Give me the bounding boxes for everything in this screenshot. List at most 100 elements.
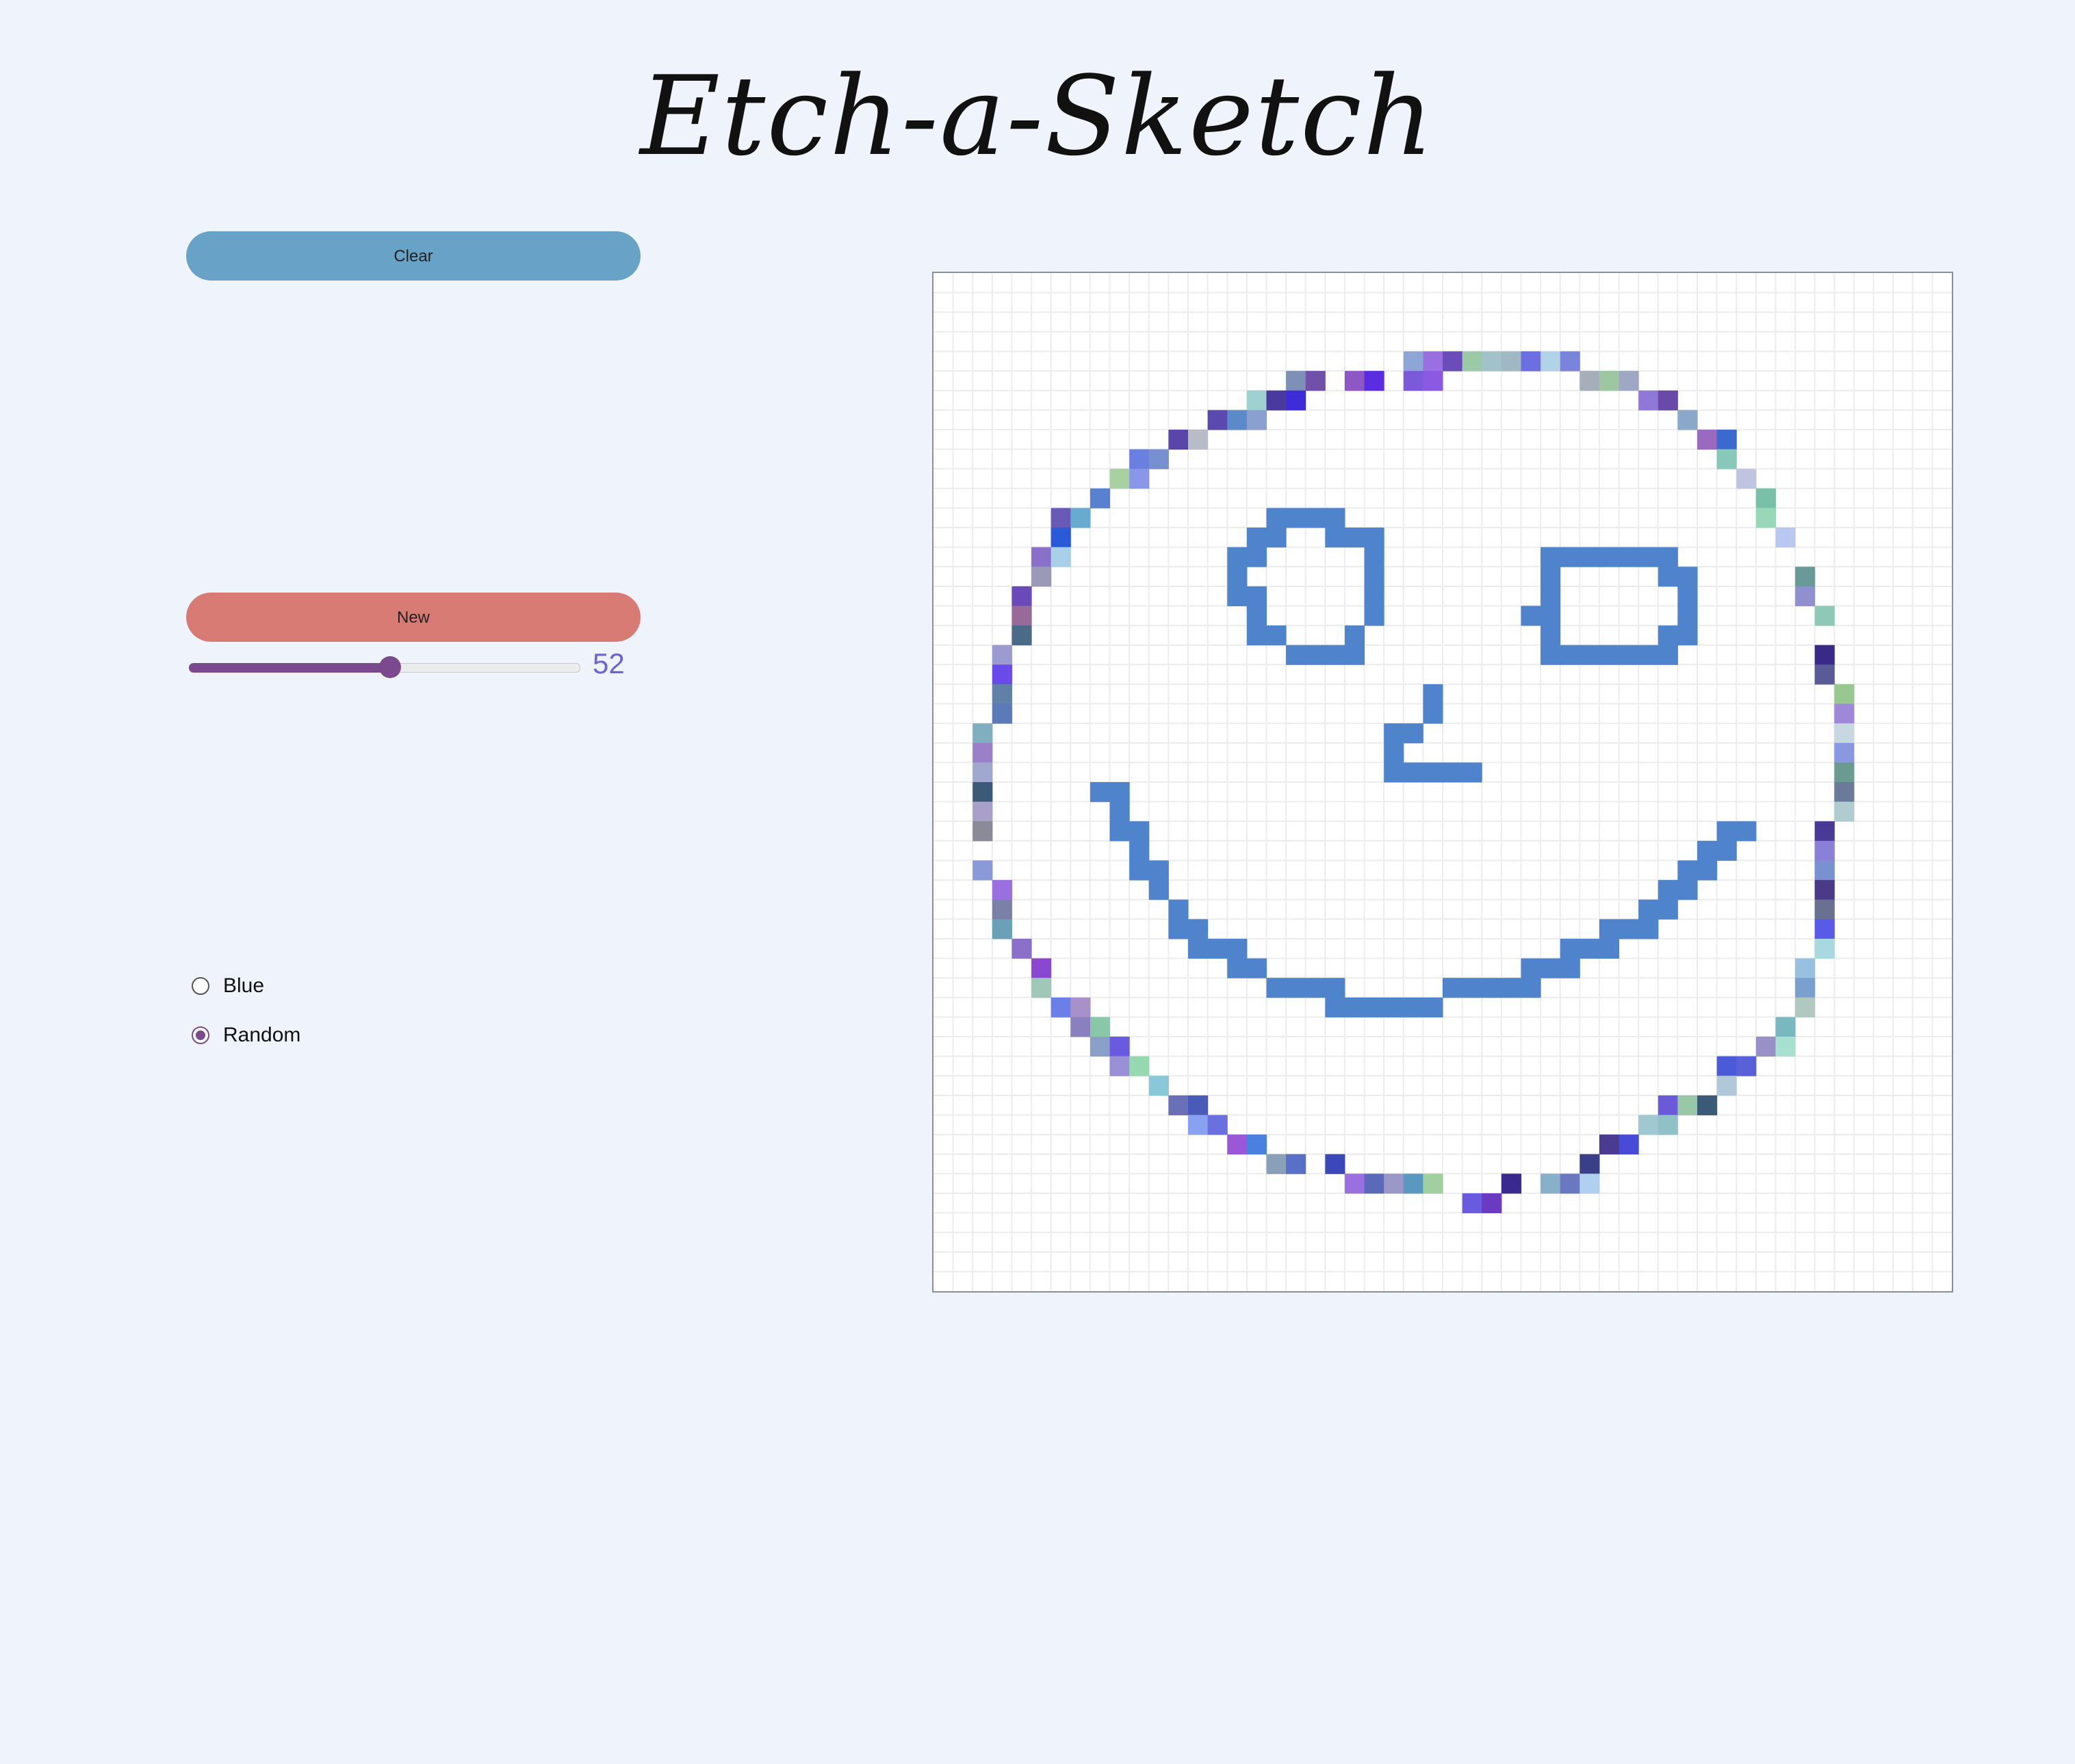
- sketch-grid[interactable]: [932, 272, 1953, 1293]
- painted-cell: [1638, 1115, 1659, 1135]
- new-grid-button[interactable]: New: [186, 593, 641, 642]
- painted-cell: [1090, 1017, 1111, 1037]
- painted-cell: [1384, 742, 1404, 763]
- painted-cell: [1227, 1134, 1248, 1155]
- painted-cell: [1716, 1076, 1737, 1096]
- painted-cell: [1834, 762, 1855, 783]
- painted-cell: [992, 880, 1012, 900]
- painted-cell: [1325, 1154, 1345, 1174]
- painted-cell: [1541, 958, 1561, 978]
- painted-cell: [1834, 742, 1855, 763]
- blue-radio[interactable]: [192, 977, 209, 995]
- painted-cell: [1051, 547, 1071, 567]
- painted-cell: [1580, 371, 1600, 391]
- painted-cell: [1443, 762, 1463, 783]
- painted-cell: [1560, 645, 1580, 665]
- painted-cell: [1795, 567, 1816, 587]
- painted-cell: [1736, 1056, 1757, 1076]
- painted-cell: [1031, 978, 1052, 998]
- painted-cell: [1070, 997, 1091, 1017]
- painted-cell: [1834, 703, 1855, 724]
- painted-cell: [1462, 351, 1482, 372]
- painted-cell: [1658, 390, 1678, 411]
- painted-cell: [1344, 371, 1365, 391]
- painted-cell: [1599, 371, 1620, 391]
- color-mode-random[interactable]: Random: [192, 1024, 300, 1047]
- painted-cell: [1736, 469, 1757, 489]
- painted-cell: [1755, 1037, 1776, 1057]
- painted-cell: [1755, 508, 1776, 528]
- painted-cell: [1541, 645, 1561, 665]
- grid-size-slider[interactable]: [186, 653, 583, 681]
- painted-cell: [1129, 469, 1150, 489]
- painted-cell: [1384, 997, 1404, 1017]
- blue-label: Blue: [223, 974, 265, 997]
- painted-cell: [1148, 449, 1169, 469]
- painted-cell: [1482, 351, 1502, 372]
- painted-cell: [972, 762, 993, 783]
- painted-cell: [1619, 547, 1639, 567]
- painted-cell: [1638, 390, 1659, 411]
- painted-cell: [1619, 1134, 1639, 1155]
- painted-cell: [1521, 606, 1541, 626]
- painted-cell: [1677, 860, 1698, 881]
- painted-cell: [992, 899, 1012, 920]
- painted-cell: [1109, 801, 1130, 822]
- painted-cell: [1070, 508, 1091, 528]
- painted-cell: [1716, 449, 1737, 469]
- painted-cell: [1188, 1095, 1209, 1115]
- painted-cell: [1011, 625, 1032, 646]
- painted-cell: [1462, 978, 1482, 998]
- painted-cell: [1814, 606, 1835, 626]
- painted-cell: [1168, 1095, 1189, 1115]
- painted-cell: [1364, 586, 1384, 606]
- painted-cell: [1541, 567, 1561, 587]
- color-mode-blue[interactable]: Blue: [192, 974, 264, 998]
- painted-cell: [1246, 410, 1267, 430]
- painted-cell: [1364, 997, 1384, 1017]
- painted-cell: [1129, 1056, 1150, 1076]
- painted-cell: [1482, 1193, 1502, 1214]
- painted-cell: [1384, 762, 1404, 783]
- painted-cell: [1834, 782, 1855, 803]
- sketch-canvas[interactable]: [933, 273, 1952, 1291]
- painted-cell: [1423, 1173, 1443, 1194]
- painted-cell: [1658, 899, 1678, 920]
- painted-cell: [1344, 645, 1365, 665]
- painted-cell: [1344, 997, 1365, 1017]
- painted-cell: [1384, 1173, 1404, 1194]
- painted-cell: [1697, 1095, 1718, 1115]
- painted-cell: [1129, 449, 1150, 469]
- painted-cell: [1814, 899, 1835, 920]
- painted-cell: [1286, 508, 1306, 528]
- painted-cell: [1834, 801, 1855, 822]
- clear-button[interactable]: Clear: [186, 231, 641, 281]
- painted-cell: [1423, 762, 1443, 783]
- painted-cell: [1227, 410, 1248, 430]
- painted-cell: [1090, 1037, 1111, 1057]
- painted-cell: [1129, 840, 1150, 861]
- painted-cell: [1658, 880, 1678, 900]
- painted-cell: [972, 742, 993, 763]
- painted-cell: [1364, 528, 1384, 548]
- painted-cell: [1580, 547, 1600, 567]
- painted-cell: [1051, 508, 1071, 528]
- painted-cell: [1109, 1056, 1130, 1076]
- painted-cell: [1541, 1173, 1561, 1194]
- painted-cell: [1677, 586, 1698, 606]
- painted-cell: [1736, 821, 1757, 842]
- painted-cell: [1599, 938, 1620, 959]
- painted-cell: [1541, 586, 1561, 606]
- painted-cell: [1521, 351, 1541, 372]
- painted-cell: [1109, 782, 1130, 803]
- painted-cell: [1580, 1173, 1600, 1194]
- painted-cell: [1227, 547, 1248, 567]
- slider-thumb[interactable]: [378, 656, 401, 678]
- painted-cell: [972, 782, 993, 803]
- painted-cell: [1795, 997, 1816, 1017]
- painted-cell: [1403, 1173, 1423, 1194]
- painted-cell: [1423, 371, 1443, 391]
- painted-cell: [1501, 351, 1521, 372]
- painted-cell: [1716, 840, 1737, 861]
- random-radio[interactable]: [192, 1026, 209, 1044]
